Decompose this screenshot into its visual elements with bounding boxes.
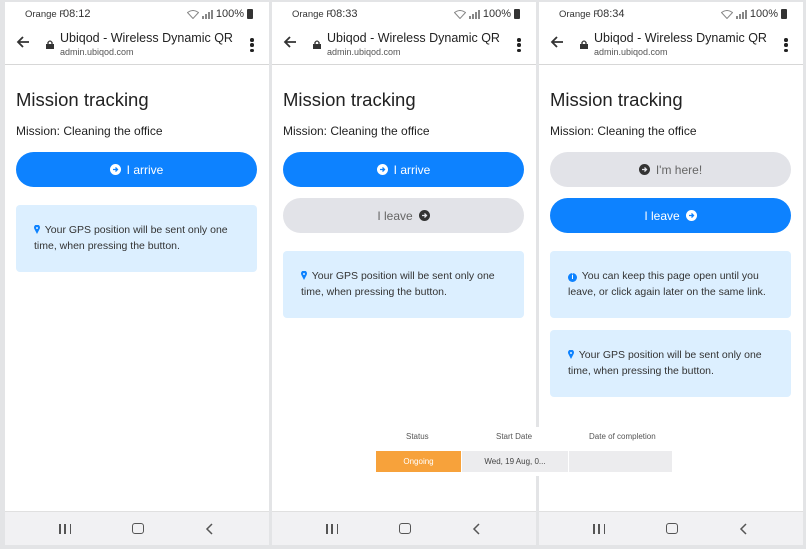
- arrow-circle-right-icon: [109, 164, 121, 175]
- map-pin-icon: [34, 225, 40, 234]
- gps-notice-text: Your GPS position will be sent only one …: [568, 349, 762, 377]
- lock-icon: [46, 40, 54, 49]
- android-nav-bar: [272, 511, 536, 545]
- back-arrow-icon[interactable]: [283, 35, 297, 49]
- leave-button[interactable]: I leave: [283, 198, 524, 233]
- status-bar: Orange F 08:12 100%: [5, 2, 269, 24]
- im-here-button[interactable]: I'm here!: [550, 152, 791, 187]
- browser-url-bar: Ubiqod - Wireless Dynamic QR ... admin.u…: [539, 24, 803, 65]
- status-icons: 100%: [453, 8, 520, 20]
- status-badge: Ongoing: [376, 451, 461, 472]
- phone-screen-1: Orange F 08:12 100% Ubiqod - Wireless Dy…: [5, 2, 269, 545]
- clock: 08:33: [330, 8, 358, 20]
- lock-icon: [580, 40, 588, 49]
- recent-apps-icon[interactable]: [326, 524, 338, 534]
- wifi-icon: [453, 9, 466, 19]
- arrive-button-label: I arrive: [393, 162, 431, 177]
- android-nav-bar: [5, 511, 269, 545]
- completion-date-cell: [569, 451, 672, 472]
- arrive-button[interactable]: I arrive: [16, 152, 257, 187]
- battery-icon: [514, 9, 520, 19]
- back-arrow-icon[interactable]: [550, 35, 564, 49]
- mission-label: Mission: Cleaning the office: [16, 124, 163, 138]
- browser-url-bar: Ubiqod - Wireless Dynamic QR ... admin.u…: [272, 24, 536, 65]
- keep-open-notice: i You can keep this page open until you …: [550, 251, 791, 318]
- signal-icon: [201, 9, 213, 19]
- clock: 08:34: [597, 8, 625, 20]
- keep-open-notice-text: You can keep this page open until you le…: [568, 270, 766, 298]
- battery-icon: [247, 9, 253, 19]
- battery-percent: 100%: [215, 8, 244, 20]
- wifi-icon: [186, 9, 199, 19]
- page-domain[interactable]: admin.ubiqod.com: [60, 47, 134, 57]
- leave-button[interactable]: I leave: [550, 198, 791, 233]
- arrow-circle-right-icon: [376, 164, 388, 175]
- home-icon[interactable]: [399, 523, 411, 534]
- more-menu-icon[interactable]: [250, 38, 254, 52]
- home-icon[interactable]: [666, 523, 678, 534]
- arrow-circle-right-icon: [685, 210, 697, 221]
- heading: Mission tracking: [550, 89, 683, 110]
- mission-status-table: Status Start Date Date of completion Ong…: [372, 427, 673, 476]
- completion-date-header: Date of completion: [589, 432, 656, 441]
- mission-label: Mission: Cleaning the office: [550, 124, 697, 138]
- gps-notice-text: Your GPS position will be sent only one …: [34, 224, 228, 252]
- heading: Mission tracking: [16, 89, 149, 110]
- page-title[interactable]: Ubiqod - Wireless Dynamic QR ...: [594, 31, 769, 45]
- status-bar: Orange F 08:33 100%: [272, 2, 536, 24]
- start-date-cell: Wed, 19 Aug, 0...: [462, 451, 568, 472]
- arrive-button-label: I arrive: [126, 162, 164, 177]
- wifi-icon: [720, 9, 733, 19]
- status-icons: 100%: [186, 8, 253, 20]
- more-menu-icon[interactable]: [517, 38, 521, 52]
- info-icon: i: [568, 273, 577, 282]
- lock-icon: [313, 40, 321, 49]
- recent-apps-icon[interactable]: [59, 524, 71, 534]
- nav-back-icon[interactable]: [472, 523, 481, 535]
- start-date-header: Start Date: [496, 432, 533, 441]
- page-domain[interactable]: admin.ubiqod.com: [594, 47, 668, 57]
- android-nav-bar: [539, 511, 803, 545]
- map-pin-icon: [301, 271, 307, 280]
- map-pin-icon: [568, 350, 574, 359]
- battery-icon: [781, 9, 787, 19]
- more-menu-icon[interactable]: [784, 38, 788, 52]
- carrier-label: Orange F: [559, 9, 600, 20]
- page-title[interactable]: Ubiqod - Wireless Dynamic QR ...: [60, 31, 235, 45]
- carrier-label: Orange F: [25, 9, 66, 20]
- arrive-button[interactable]: I arrive: [283, 152, 524, 187]
- page-title[interactable]: Ubiqod - Wireless Dynamic QR ...: [327, 31, 502, 45]
- battery-percent: 100%: [482, 8, 511, 20]
- gps-notice: Your GPS position will be sent only one …: [283, 251, 524, 318]
- arrow-circle-right-icon: [638, 164, 650, 175]
- gps-notice: Your GPS position will be sent only one …: [550, 330, 791, 397]
- gps-notice-text: Your GPS position will be sent only one …: [301, 270, 495, 298]
- page-domain[interactable]: admin.ubiqod.com: [327, 47, 401, 57]
- status-icons: 100%: [720, 8, 787, 20]
- browser-url-bar: Ubiqod - Wireless Dynamic QR ... admin.u…: [5, 24, 269, 65]
- mission-label: Mission: Cleaning the office: [283, 124, 430, 138]
- status-bar: Orange F 08:34 100%: [539, 2, 803, 24]
- leave-button-label: I leave: [644, 208, 680, 223]
- signal-icon: [735, 9, 747, 19]
- signal-icon: [468, 9, 480, 19]
- leave-button-label: I leave: [377, 208, 413, 223]
- im-here-button-label: I'm here!: [655, 162, 703, 177]
- heading: Mission tracking: [283, 89, 416, 110]
- recent-apps-icon[interactable]: [593, 524, 605, 534]
- home-icon[interactable]: [132, 523, 144, 534]
- nav-back-icon[interactable]: [205, 523, 214, 535]
- status-header: Status: [406, 432, 429, 441]
- battery-percent: 100%: [749, 8, 778, 20]
- back-arrow-icon[interactable]: [16, 35, 30, 49]
- clock: 08:12: [63, 8, 91, 20]
- carrier-label: Orange F: [292, 9, 333, 20]
- nav-back-icon[interactable]: [739, 523, 748, 535]
- gps-notice: Your GPS position will be sent only one …: [16, 205, 257, 272]
- arrow-circle-right-icon: [418, 210, 430, 221]
